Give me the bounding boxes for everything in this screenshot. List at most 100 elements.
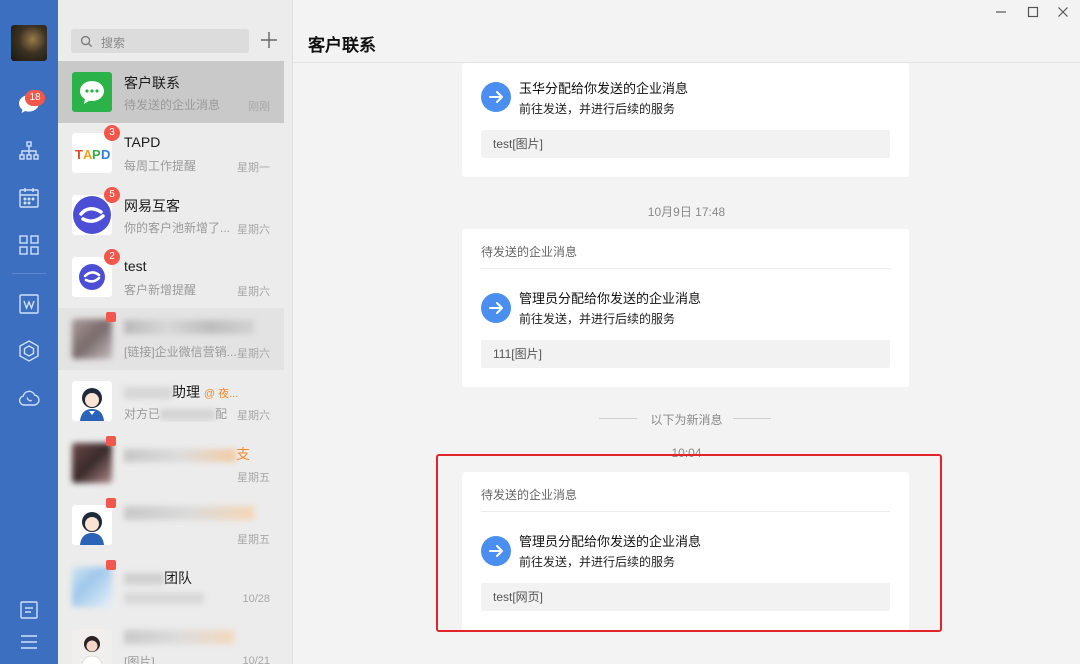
conversation-list: 搜索 客户联系 待发送的企业消息 刚刚 TAPD 3 TAPD 每周工作提醒 星… xyxy=(58,0,293,664)
item-preview-text: 对方已 xyxy=(124,407,161,421)
doc-icon[interactable] xyxy=(17,292,41,316)
card-content-preview: test[图片] xyxy=(481,130,890,158)
card-title: 待发送的企业消息 xyxy=(481,488,578,502)
item-time: 10/21 xyxy=(242,655,270,664)
unread-dot xyxy=(106,560,116,570)
avatar xyxy=(72,567,112,607)
wechat-icon xyxy=(72,72,112,112)
chat-panel: 客户联系 玉华分配给你发送的企业消息 前往发送，并进行后续的服务 test[图片… xyxy=(293,0,1080,664)
add-icon[interactable] xyxy=(258,29,280,51)
item-name: TAPD xyxy=(124,134,161,150)
assistant-avatar-icon xyxy=(72,505,112,545)
card-content-preview: test[网页] xyxy=(481,583,890,611)
search-icon xyxy=(80,35,93,48)
list-item-test[interactable]: 2 test 客户新增提醒 星期六 xyxy=(58,246,284,308)
unread-badge: 5 xyxy=(104,187,120,203)
forward-arrow-icon xyxy=(481,293,511,323)
card-headline: 管理员分配给你发送的企业消息 xyxy=(519,291,702,306)
notes-icon[interactable] xyxy=(17,598,41,622)
forward-arrow-icon xyxy=(481,82,511,112)
card-subline: 前往发送，并进行后续的服务 xyxy=(519,312,676,326)
message-card[interactable]: 待发送的企业消息 管理员分配给你发送的企业消息 前往发送，并进行后续的服务 11… xyxy=(462,229,909,387)
avatar xyxy=(72,629,112,664)
list-item-assistant[interactable]: 助理 @ 夜... 对方已 配 星期六 xyxy=(58,370,284,432)
item-time: 刚刚 xyxy=(248,101,270,113)
chat-badge: 18 xyxy=(25,90,45,106)
item-name xyxy=(124,630,234,644)
item-time: 星期六 xyxy=(237,410,270,422)
item-time: 星期六 xyxy=(237,348,270,360)
item-preview: 你的客户池新增了... xyxy=(124,221,231,235)
unread-dot xyxy=(106,312,116,322)
item-time: 星期五 xyxy=(237,472,270,484)
item-preview: 对方已 配 xyxy=(124,405,244,422)
close-icon[interactable] xyxy=(1055,4,1071,20)
unread-badge: 2 xyxy=(104,249,120,265)
item-preview xyxy=(124,593,204,604)
item-preview: 待发送的企业消息 xyxy=(124,98,221,112)
org-icon[interactable] xyxy=(17,139,41,163)
maximize-icon[interactable] xyxy=(1025,4,1041,20)
new-message-line-right xyxy=(733,418,771,419)
rail-divider xyxy=(12,273,46,274)
card-content-preview: 111[图片] xyxy=(481,340,890,368)
card-headline: 玉华分配给你发送的企业消息 xyxy=(519,81,689,96)
item-name: 助理 @ 夜... xyxy=(124,382,238,402)
card-subline: 前往发送，并进行后续的服务 xyxy=(519,555,676,569)
item-name xyxy=(124,506,254,520)
page-title: 客户联系 xyxy=(308,36,376,55)
left-rail: 18 xyxy=(0,0,58,664)
card-divider xyxy=(481,268,890,269)
item-preview-tail: 配 xyxy=(215,407,228,421)
item-name: test xyxy=(124,258,147,274)
list-item-tapd[interactable]: TAPD 3 TAPD 每周工作提醒 星期一 xyxy=(58,122,284,184)
svg-text:T: T xyxy=(75,147,83,162)
item-preview: 客户新增提醒 xyxy=(124,283,197,297)
item-preview: 每周工作提醒 xyxy=(124,159,197,173)
forward-arrow-icon xyxy=(481,536,511,566)
timestamp: 10月9日 17:48 xyxy=(647,205,726,219)
card-headline: 管理员分配给你发送的企业消息 xyxy=(519,534,702,549)
svg-text:P: P xyxy=(92,147,101,162)
apps-icon[interactable] xyxy=(17,233,41,257)
item-name: 客户联系 xyxy=(124,75,180,91)
calendar-icon[interactable] xyxy=(17,186,41,210)
list-item-blurred-4[interactable]: [图片] 10/21 xyxy=(58,618,284,664)
workspace-icon[interactable] xyxy=(17,339,41,363)
svg-text:D: D xyxy=(101,147,110,162)
item-preview: [链接]企业微信营销... xyxy=(124,345,237,359)
item-time: 10/28 xyxy=(242,593,270,605)
list-item-blurred-1[interactable]: [链接]企业微信营销... 星期六 xyxy=(58,308,284,370)
avatar xyxy=(72,319,112,359)
cloud-phone-icon[interactable] xyxy=(17,386,41,410)
avatar xyxy=(72,443,112,483)
search-input[interactable]: 搜索 xyxy=(101,34,125,51)
message-card[interactable]: 玉华分配给你发送的企业消息 前往发送，并进行后续的服务 test[图片] xyxy=(462,63,909,177)
message-card[interactable]: 待发送的企业消息 管理员分配给你发送的企业消息 前往发送，并进行后续的服务 te… xyxy=(462,472,909,630)
item-name-text: 团队 xyxy=(164,570,192,586)
item-name: 团队 xyxy=(124,568,192,588)
item-time: 星期一 xyxy=(237,162,270,174)
item-time: 星期六 xyxy=(237,224,270,236)
unread-dot xyxy=(106,436,116,446)
mention-tag: @ 夜... xyxy=(203,388,239,400)
list-item-team[interactable]: 团队 10/28 xyxy=(58,556,284,618)
card-title: 待发送的企业消息 xyxy=(481,245,578,259)
menu-icon[interactable] xyxy=(17,630,41,654)
item-time: 星期五 xyxy=(237,534,270,546)
list-item-netease-huke[interactable]: 5 网易互客 你的客户池新增了... 星期六 xyxy=(58,184,284,246)
new-message-divider: 以下为新消息 xyxy=(650,413,723,427)
item-name: 网易互客 xyxy=(124,198,180,214)
unread-dot xyxy=(106,498,116,508)
card-subline: 前往发送，并进行后续的服务 xyxy=(519,102,676,116)
minimize-icon[interactable] xyxy=(993,4,1009,20)
item-name xyxy=(124,320,254,334)
search-box[interactable]: 搜索 xyxy=(71,29,249,53)
user-avatar[interactable] xyxy=(11,25,47,61)
item-name-tail: 支 xyxy=(236,446,250,462)
list-item-blurred-2[interactable]: 支 星期五 xyxy=(58,432,284,494)
list-item-blurred-3[interactable]: 星期五 xyxy=(58,494,284,556)
timestamp: 10:04 xyxy=(671,446,702,460)
unread-badge: 3 xyxy=(104,125,120,141)
list-item-customer-contact[interactable]: 客户联系 待发送的企业消息 刚刚 xyxy=(58,61,284,123)
